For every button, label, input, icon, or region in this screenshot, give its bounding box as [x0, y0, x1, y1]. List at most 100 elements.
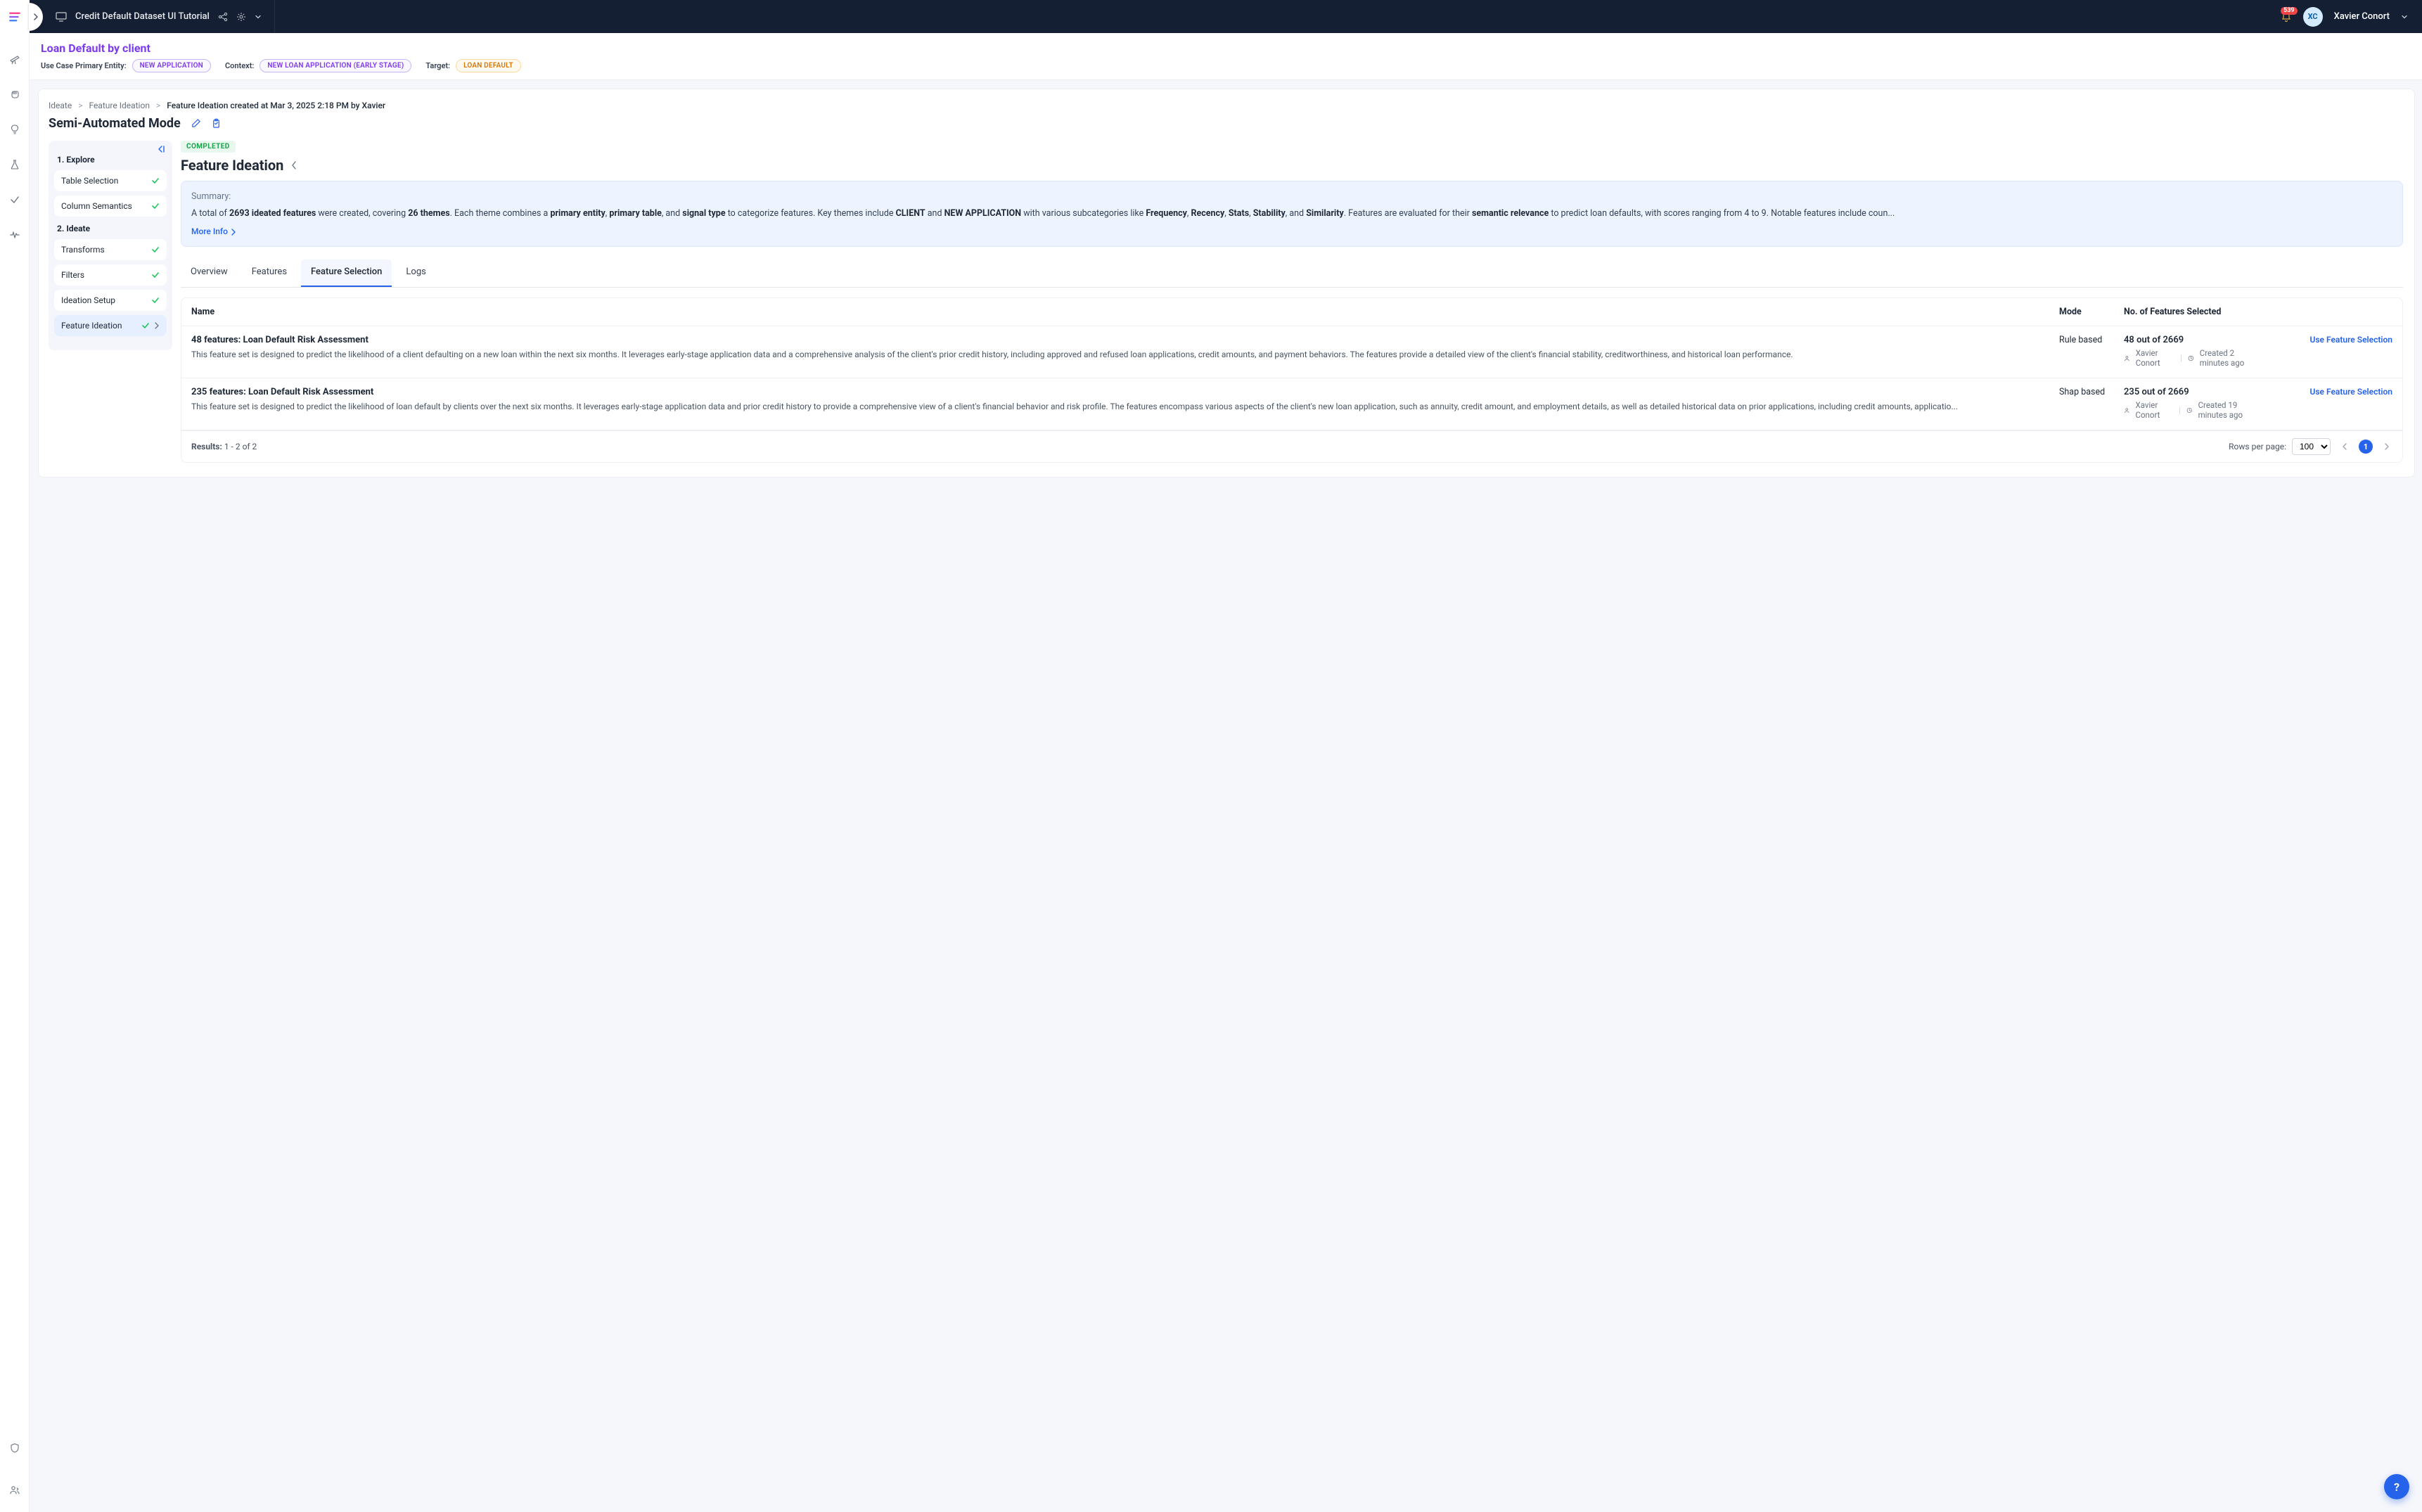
chevron-right-icon	[32, 13, 39, 20]
check-icon	[151, 177, 160, 185]
check-icon	[141, 321, 150, 330]
logo[interactable]	[0, 0, 30, 33]
results-label: Results:	[191, 442, 224, 451]
rail-item-experiment[interactable]	[0, 150, 30, 179]
main-card: Ideate > Feature Ideation > Feature Idea…	[38, 89, 2415, 478]
tab-overview[interactable]: Overview	[181, 260, 238, 287]
project-selector[interactable]: Credit Default Dataset UI Tutorial	[56, 0, 275, 33]
chevron-right-icon	[154, 322, 160, 329]
feature-selection-table: Name Mode No. of Features Selected 48 fe…	[181, 297, 2403, 463]
collapse-icon	[157, 145, 167, 153]
page-title: Semi-Automated Mode	[49, 116, 181, 131]
context: Context: NEW LOAN APPLICATION (EARLY STA…	[225, 59, 411, 72]
table-row[interactable]: 235 features: Loan Default Risk Assessme…	[181, 378, 2402, 430]
step-filters[interactable]: Filters	[54, 264, 167, 286]
collapse-steps-button[interactable]	[157, 145, 167, 153]
user-icon	[9, 1485, 20, 1496]
chevron-down-icon[interactable]	[2401, 13, 2408, 20]
step-label: Table Selection	[61, 176, 118, 186]
step-feature-ideation[interactable]: Feature Ideation	[54, 315, 167, 336]
clipboard-button[interactable]	[211, 118, 222, 129]
table-header: Name Mode No. of Features Selected	[181, 298, 2402, 326]
row-mode: Rule based	[2059, 335, 2115, 345]
chevron-right-icon	[2384, 443, 2390, 450]
tabs: Overview Features Feature Selection Logs	[181, 260, 2403, 288]
pulse-icon	[9, 229, 20, 241]
user-icon	[2124, 354, 2130, 362]
rail-item-users[interactable]	[0, 1475, 30, 1505]
row-count: 235 out of 2669	[2124, 387, 2264, 397]
rail-item-validate[interactable]	[0, 185, 30, 214]
step-column-semantics[interactable]: Column Semantics	[54, 196, 167, 217]
use-case-title[interactable]: Loan Default by client	[41, 41, 2411, 55]
breadcrumb-ideate[interactable]: Ideate	[49, 101, 72, 110]
rows-per-page-select[interactable]: 100	[2292, 438, 2331, 455]
target-chip[interactable]: LOAN DEFAULT	[456, 59, 521, 72]
rail-item-shield[interactable]	[0, 1433, 30, 1463]
col-name[interactable]: Name	[191, 307, 2051, 317]
rail-item-prep[interactable]	[0, 79, 30, 109]
prev-page-button[interactable]	[2339, 443, 2350, 450]
row-description: This feature set is designed to predict …	[191, 400, 2051, 414]
sidebar-expand-button[interactable]	[29, 3, 43, 31]
col-count[interactable]: No. of Features Selected	[2124, 307, 2264, 317]
step-label: Filters	[61, 270, 84, 280]
primary-entity-label: Use Case Primary Entity:	[41, 61, 127, 70]
clock-icon	[2186, 406, 2193, 414]
page-number[interactable]: 1	[2359, 440, 2373, 454]
step-transforms[interactable]: Transforms	[54, 239, 167, 260]
step-label: Transforms	[61, 245, 105, 255]
rail-item-telescope[interactable]	[0, 44, 30, 74]
shield-icon	[9, 1442, 20, 1454]
breadcrumb-feature-ideation[interactable]: Feature Ideation	[89, 101, 149, 110]
telescope-icon	[9, 53, 20, 65]
tab-logs[interactable]: Logs	[396, 260, 435, 287]
clipboard-icon	[211, 118, 222, 129]
col-mode[interactable]: Mode	[2059, 307, 2115, 317]
section-heading: Feature Ideation	[181, 157, 283, 174]
target-label: Target:	[425, 61, 450, 70]
rail-item-ideate[interactable]	[0, 115, 30, 144]
chevron-down-icon	[255, 13, 262, 20]
step-group-ideate: 2. Ideate	[57, 224, 164, 233]
check-icon	[151, 296, 160, 305]
context-label: Context:	[225, 61, 254, 70]
check-icon	[151, 202, 160, 210]
edit-button[interactable]	[191, 118, 201, 129]
use-feature-selection-link[interactable]: Use Feature Selection	[2273, 387, 2392, 397]
step-table-selection[interactable]: Table Selection	[54, 170, 167, 191]
status-badge: COMPLETED	[181, 141, 236, 153]
chevron-left-icon	[2342, 443, 2347, 450]
primary-entity-chip[interactable]: NEW APPLICATION	[132, 59, 211, 72]
step-ideation-setup[interactable]: Ideation Setup	[54, 290, 167, 311]
use-feature-selection-link[interactable]: Use Feature Selection	[2273, 335, 2392, 345]
row-count: 48 out of 2669	[2124, 335, 2264, 345]
row-author: Xavier Conort	[2136, 400, 2174, 420]
context-chip[interactable]: NEW LOAN APPLICATION (EARLY STAGE)	[260, 59, 411, 72]
more-info-link[interactable]: More Info	[191, 225, 236, 238]
rail-item-activity[interactable]	[0, 220, 30, 250]
row-description: This feature set is designed to predict …	[191, 348, 2051, 361]
user-name: Xavier Conort	[2334, 11, 2390, 22]
share-icon[interactable]	[218, 12, 228, 22]
target: Target: LOAN DEFAULT	[425, 59, 520, 72]
avatar[interactable]: XC	[2303, 7, 2323, 27]
back-button[interactable]	[290, 161, 297, 169]
tab-feature-selection[interactable]: Feature Selection	[301, 260, 392, 287]
notifications-button[interactable]: 539	[2281, 11, 2292, 23]
chevron-right-icon	[231, 229, 236, 236]
notification-badge: 539	[2281, 7, 2298, 15]
project-title: Credit Default Dataset UI Tutorial	[75, 11, 210, 22]
monitor-icon	[56, 12, 67, 22]
gear-icon[interactable]	[236, 12, 246, 22]
logo-icon	[8, 11, 21, 23]
tab-features[interactable]: Features	[242, 260, 297, 287]
fist-icon	[9, 89, 20, 100]
table-row[interactable]: 48 features: Loan Default Risk Assessmen…	[181, 326, 2402, 378]
row-title: 48 features: Loan Default Risk Assessmen…	[191, 335, 2051, 345]
next-page-button[interactable]	[2381, 443, 2392, 450]
help-button[interactable]: ?	[2384, 1474, 2409, 1499]
topbar-right: 539 XC Xavier Conort	[2281, 0, 2422, 33]
row-title: 235 features: Loan Default Risk Assessme…	[191, 387, 2051, 397]
table-footer: Results: 1 - 2 of 2 Rows per page: 100	[181, 430, 2402, 462]
